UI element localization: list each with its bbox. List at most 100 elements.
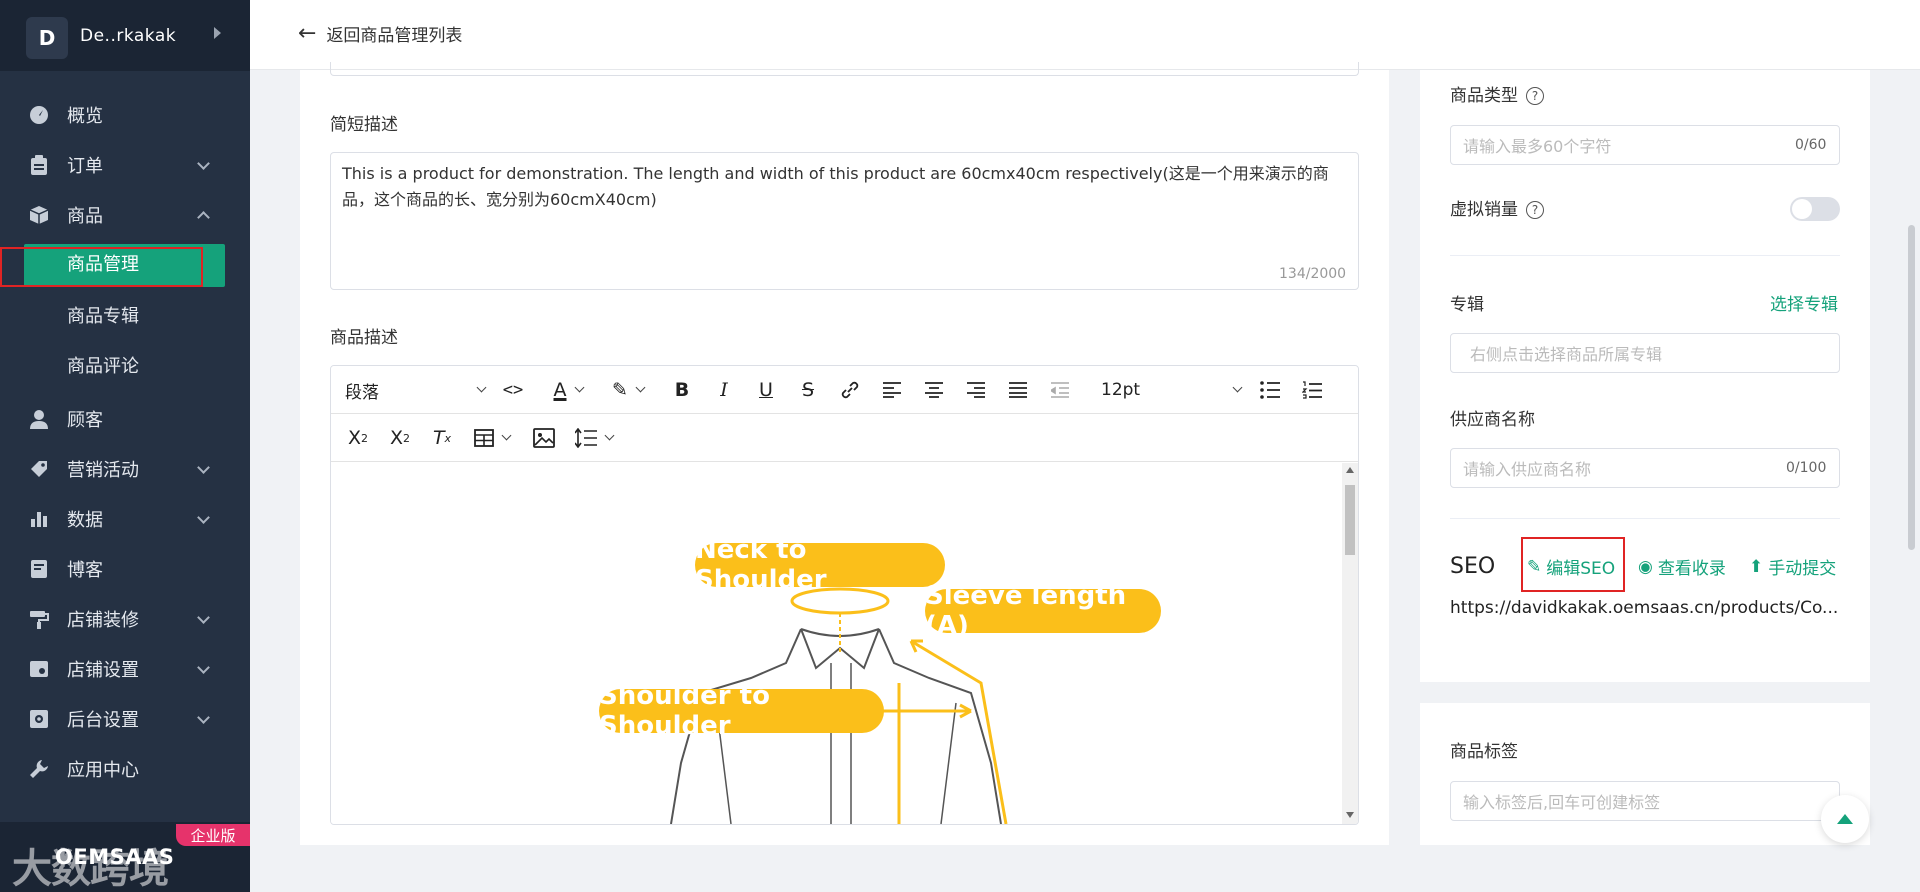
italic-icon[interactable]: I	[709, 366, 739, 414]
manual-submit-text: 手动提交	[1768, 559, 1837, 579]
help-icon[interactable]: ?	[1526, 201, 1544, 219]
font-size-select[interactable]: 12pt	[1101, 366, 1243, 414]
view-indexing-link[interactable]: ◉ 查看收录	[1638, 554, 1726, 580]
product-type-label-text: 商品类型	[1450, 86, 1518, 106]
clipboard-icon	[29, 155, 49, 175]
edit-seo-link[interactable]: ✎ 编辑SEO	[1527, 554, 1615, 580]
scroll-down-arrow-icon[interactable]	[1346, 812, 1354, 818]
numbered-list-icon[interactable]	[1297, 366, 1327, 414]
sidebar-item-orders[interactable]: 订单	[0, 143, 250, 187]
image-glyph	[533, 428, 555, 448]
store-logo: D	[26, 17, 68, 59]
tag-icon	[29, 459, 49, 479]
line-height-button[interactable]	[569, 414, 619, 462]
sidebar-subitem-product-reviews[interactable]: 商品评论	[0, 343, 250, 387]
caret-right-icon[interactable]	[214, 27, 221, 39]
align-left-icon[interactable]	[877, 366, 907, 414]
divider	[1450, 255, 1840, 256]
sidebar-item-admin-settings[interactable]: 后台设置	[0, 697, 250, 741]
paragraph-format-select[interactable]: 段落	[345, 366, 487, 414]
highlighter-icon: ✎	[612, 379, 628, 401]
short-desc-textarea[interactable]: This is a product for demonstration. The…	[330, 152, 1359, 290]
product-tags-placeholder: 输入标签后,回车可创建标签	[1463, 793, 1661, 812]
sidebar-subitem-product-albums[interactable]: 商品专辑	[0, 293, 250, 337]
album-input[interactable]: 右侧点击选择商品所属专辑	[1450, 333, 1840, 373]
sidebar: D De..rkakak 概览 订单 商品 商品管理 商品专辑 商品评论 顾客 …	[0, 0, 250, 892]
link-icon[interactable]	[835, 366, 865, 414]
chevron-down-icon	[604, 430, 615, 441]
underline-icon[interactable]: U	[751, 366, 781, 414]
editor-scrollbar[interactable]	[1342, 463, 1358, 824]
product-type-counter: 0/60	[1795, 137, 1827, 153]
chevron-down-icon	[197, 711, 210, 724]
blog-icon	[29, 559, 49, 579]
bullet-list-icon[interactable]	[1255, 366, 1285, 414]
clear-format-icon[interactable]: Tx	[425, 414, 459, 462]
editor-toolbar-row-2: X2 X2 Tx	[331, 414, 1358, 462]
editor-scroll-thumb[interactable]	[1345, 485, 1355, 555]
strikethrough-icon[interactable]: S	[793, 366, 823, 414]
box-icon	[29, 205, 49, 225]
chevron-down-icon	[635, 382, 646, 393]
align-right-icon[interactable]	[961, 366, 991, 414]
toggle-knob	[1792, 199, 1812, 219]
sidebar-subitem-product-management[interactable]: 商品管理	[0, 241, 250, 287]
editor-toolbar-row-1: 段落 <> A ✎ B I U S 12pt	[331, 366, 1358, 414]
product-tags-input[interactable]: 输入标签后,回车可创建标签	[1450, 781, 1840, 821]
sidebar-item-marketing[interactable]: 营销活动	[0, 447, 250, 491]
label-shoulder-to-shoulder: Shoulder to Shoulder	[599, 681, 884, 741]
album-placeholder: 右侧点击选择商品所属专辑	[1470, 345, 1663, 364]
table-button[interactable]	[467, 414, 517, 462]
sidebar-item-label: 概览	[67, 106, 103, 127]
help-icon[interactable]: ?	[1526, 87, 1544, 105]
subscript-icon[interactable]: X2	[341, 414, 375, 462]
align-center-icon[interactable]	[919, 366, 949, 414]
sidebar-item-overview[interactable]: 概览	[0, 93, 250, 137]
product-type-input[interactable]: 请输入最多60个字符	[1450, 125, 1840, 165]
image-icon[interactable]	[527, 414, 561, 462]
editor-content-area[interactable]: Neck to Shoulder Sleeve length (A) Shoul…	[331, 463, 1358, 824]
sidebar-item-label: 博客	[67, 560, 103, 581]
sidebar-item-label: 顾客	[67, 410, 103, 431]
sidebar-item-customers[interactable]: 顾客	[0, 397, 250, 441]
brand-bar[interactable]: D De..rkakak	[0, 0, 250, 71]
product-main-card: 简短描述 This is a product for demonstration…	[300, 62, 1389, 845]
align-right-glyph	[967, 382, 985, 398]
divider	[1450, 518, 1840, 519]
sidebar-item-data[interactable]: 数据	[0, 497, 250, 541]
sidebar-item-store-design[interactable]: 店铺装修	[0, 597, 250, 641]
pencil-icon: ✎	[1527, 556, 1542, 577]
chevron-down-icon	[197, 511, 210, 524]
text-color-button[interactable]: A	[543, 366, 593, 414]
bar-chart-icon	[29, 509, 49, 529]
seo-url: https://davidkakak.oemsaas.cn/products/C…	[1450, 598, 1839, 618]
outdent-glyph	[1051, 382, 1069, 398]
sidebar-item-products[interactable]: 商品	[0, 193, 250, 237]
select-album-link[interactable]: 选择专辑	[1770, 290, 1838, 315]
outdent-icon[interactable]	[1045, 366, 1075, 414]
bullet-list-glyph	[1260, 381, 1280, 399]
eye-icon: ◉	[1638, 556, 1653, 577]
superscript-icon[interactable]: X2	[383, 414, 417, 462]
supplier-input[interactable]: 请输入供应商名称	[1450, 448, 1840, 488]
previous-field-bottom	[330, 62, 1359, 76]
back-to-top-button[interactable]	[1821, 795, 1869, 843]
sidebar-item-blog[interactable]: 博客	[0, 547, 250, 591]
sidebar-item-app-center[interactable]: 应用中心	[0, 747, 250, 791]
store-name: De..rkakak	[80, 26, 177, 46]
align-justify-icon[interactable]	[1003, 366, 1033, 414]
bold-icon[interactable]: B	[667, 366, 697, 414]
sidebar-item-store-settings[interactable]: 店铺设置	[0, 647, 250, 691]
sidebar-item-label: 商品	[67, 206, 103, 227]
align-left-glyph	[883, 382, 901, 398]
product-desc-label: 商品描述	[330, 328, 398, 348]
manual-submit-link[interactable]: ⬆ 手动提交	[1749, 554, 1837, 580]
virtual-sales-label: 虚拟销量?	[1450, 195, 1544, 220]
back-to-list-link[interactable]: ← 返回商品管理列表	[298, 21, 462, 46]
page-scrollbar[interactable]	[1908, 225, 1915, 550]
highlight-color-button[interactable]: ✎	[603, 366, 653, 414]
virtual-sales-toggle[interactable]	[1790, 197, 1840, 221]
source-code-icon[interactable]: <>	[498, 366, 528, 414]
short-desc-counter: 134/2000	[1279, 266, 1347, 282]
scroll-up-arrow-icon[interactable]	[1346, 467, 1354, 473]
